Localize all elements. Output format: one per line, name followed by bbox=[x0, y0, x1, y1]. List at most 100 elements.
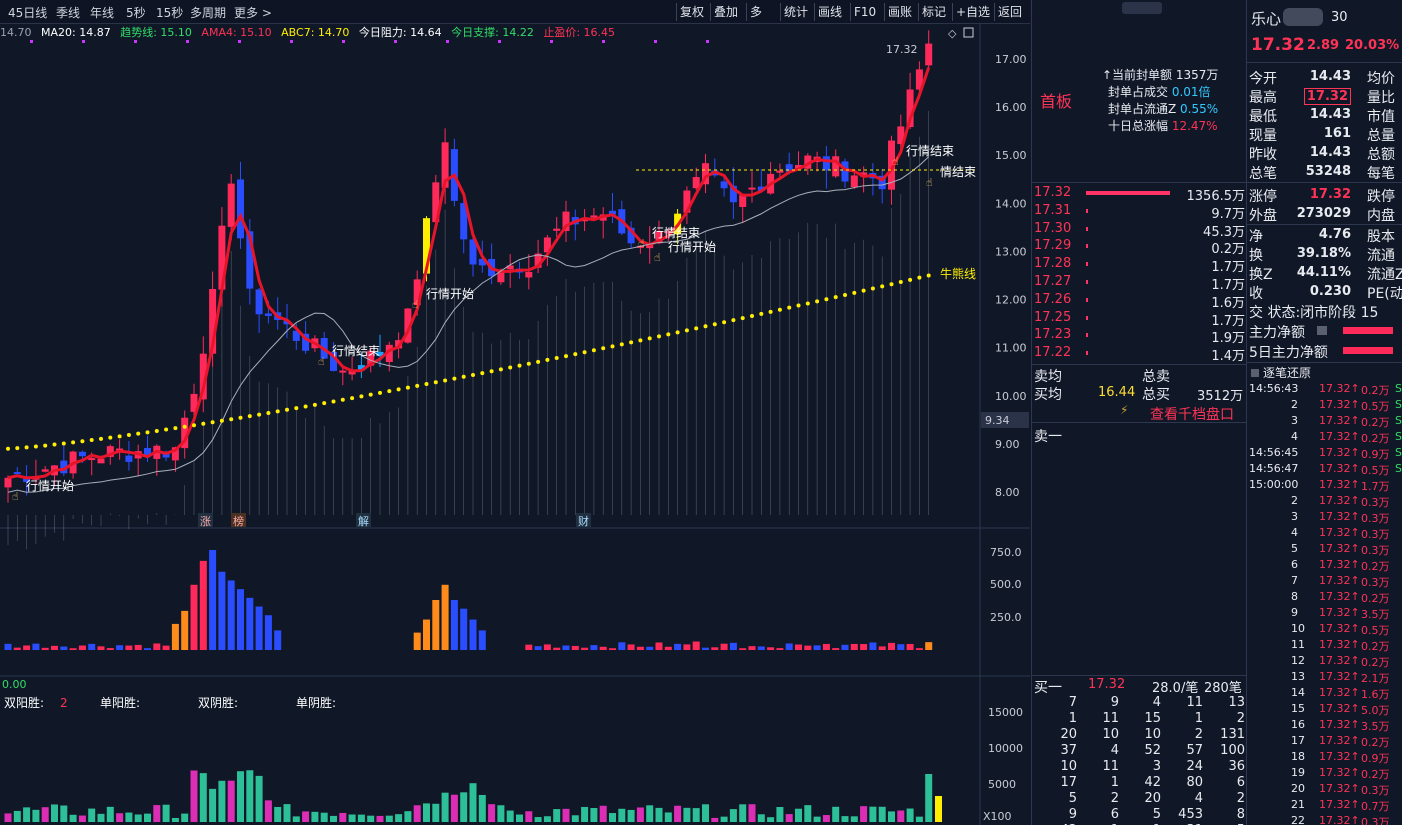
lower-bar-1 bbox=[13, 810, 21, 822]
tick-time: 12 bbox=[1291, 654, 1305, 667]
book-volume: 9.7万 bbox=[1211, 206, 1245, 222]
volume-bar-96 bbox=[897, 644, 905, 650]
queue-cell: 57 bbox=[1186, 743, 1203, 758]
bull-bear-dot-87 bbox=[815, 299, 820, 304]
queue-cell: 131 bbox=[1220, 727, 1245, 742]
lower-bar-96 bbox=[897, 810, 905, 822]
bull-bear-dot-68 bbox=[638, 338, 643, 343]
f2-value: 17.32 bbox=[1309, 187, 1351, 202]
tick-volume: 3.5万 bbox=[1361, 720, 1390, 733]
tick-time: 3 bbox=[1291, 414, 1298, 427]
bull-bear-dot-21 bbox=[201, 421, 206, 426]
bull-bear-dot-77 bbox=[722, 320, 727, 325]
volume-bar-51 bbox=[478, 630, 486, 650]
volume-bar-24 bbox=[227, 580, 235, 650]
total-buy-label: 总买 bbox=[1142, 387, 1170, 403]
volume-bar-23 bbox=[218, 571, 226, 650]
volume-bar-46 bbox=[432, 600, 440, 650]
bull-bear-dot-0 bbox=[6, 446, 10, 451]
tick-time: 17 bbox=[1291, 734, 1305, 747]
tick-time: 19 bbox=[1291, 766, 1305, 779]
candle-13 bbox=[125, 455, 133, 462]
bull-bear-dot-97 bbox=[908, 277, 913, 282]
book-bar bbox=[1086, 333, 1088, 338]
bull-bear-dot-39 bbox=[368, 392, 373, 397]
lower-bar-39 bbox=[367, 815, 375, 822]
volume-bar-91 bbox=[850, 643, 858, 650]
volume-bar-79 bbox=[739, 648, 747, 650]
lower-bar-32 bbox=[302, 811, 310, 822]
queue-cell: 6 bbox=[1110, 807, 1119, 822]
high-price-label: 17.32 bbox=[886, 43, 918, 56]
queue-cell: 9 bbox=[1068, 807, 1077, 822]
volume-bar-50 bbox=[469, 619, 477, 650]
lower-bar-55 bbox=[516, 814, 523, 822]
tick-time: 14 bbox=[1291, 686, 1305, 699]
volume-bar-29 bbox=[274, 630, 282, 650]
f1-label2: 均价 bbox=[1367, 71, 1395, 87]
book-price: 17.26 bbox=[1034, 291, 1072, 307]
lower-bar-63 bbox=[590, 808, 598, 822]
bull-bear-dot-6 bbox=[61, 441, 66, 446]
tick-time: 4 bbox=[1291, 430, 1298, 443]
lower-bar-19 bbox=[181, 813, 189, 822]
volume-bar-13 bbox=[125, 645, 133, 650]
queue-cell: 2 bbox=[1236, 791, 1245, 806]
volume-bar-69 bbox=[646, 646, 654, 650]
volume-bar-72 bbox=[674, 643, 682, 650]
lower-bar-12 bbox=[116, 813, 124, 822]
queue-cell: 4 bbox=[1194, 791, 1203, 806]
lower-bar-52 bbox=[488, 804, 496, 822]
tick-price: 17.32↑ bbox=[1319, 462, 1360, 475]
price-tick-3: 14.00 bbox=[995, 197, 1027, 210]
lower-bar-61 bbox=[571, 815, 579, 822]
book-volume: 1.7万 bbox=[1211, 260, 1245, 276]
net-toggle-icon[interactable] bbox=[1317, 326, 1327, 335]
volume-bar-93 bbox=[869, 642, 877, 650]
lower-bar-35 bbox=[330, 815, 337, 822]
view-book-link[interactable]: 查看千档盘口 bbox=[1150, 404, 1234, 424]
net5-label: 5日主力净额 bbox=[1249, 345, 1328, 361]
lower-bar-46 bbox=[432, 803, 440, 822]
volume-bar-90 bbox=[841, 644, 849, 650]
lower-bar-25 bbox=[237, 771, 244, 822]
bull-bear-dot-34 bbox=[322, 401, 327, 406]
kline-chart[interactable]: 17.00 16.00 15.00 14.00 13.00 12.00 11.00 10.00… bbox=[0, 0, 1030, 825]
f3-value: 4.76 bbox=[1318, 227, 1351, 242]
volume-tick-0: 750.0 bbox=[990, 546, 1022, 559]
lower-bar-64 bbox=[599, 805, 607, 822]
volume-bar-44 bbox=[413, 632, 421, 650]
queue-cell: 17 bbox=[1060, 775, 1077, 790]
lower-bar-41 bbox=[385, 815, 393, 822]
bull-bear-dot-74 bbox=[694, 326, 699, 331]
f1-value: 53248 bbox=[1305, 164, 1351, 179]
book-volume: 0.2万 bbox=[1211, 242, 1245, 258]
tick-time: 14:56:47 bbox=[1249, 462, 1299, 475]
bull-bear-dot-30 bbox=[285, 407, 289, 412]
tick-time: 15:00:00 bbox=[1249, 478, 1299, 491]
queue-cell: 10 bbox=[1144, 727, 1161, 742]
price-tick-5: 12.00 bbox=[995, 294, 1027, 307]
lower-bar-66 bbox=[618, 808, 626, 822]
tick-volume: 0.2万 bbox=[1361, 432, 1390, 445]
queue-cell: 6 bbox=[1236, 775, 1245, 790]
volume-bar-4 bbox=[41, 647, 49, 650]
bull-bear-dot-56 bbox=[526, 361, 531, 366]
bull-bear-dot-61 bbox=[573, 352, 578, 357]
book-price: 17.25 bbox=[1034, 309, 1072, 325]
f3-label: 净 bbox=[1249, 229, 1263, 245]
window-icon bbox=[963, 27, 974, 38]
bull-bear-dot-57 bbox=[536, 359, 541, 364]
bull-bear-dot-26 bbox=[247, 414, 252, 419]
collapse-handle[interactable] bbox=[1122, 2, 1162, 14]
buy1-price: 17.32 bbox=[1088, 677, 1126, 692]
lower-bar-84 bbox=[785, 814, 793, 822]
tick-time: 22 bbox=[1291, 814, 1305, 825]
volume-bar-27 bbox=[255, 606, 263, 650]
queue-cell: 24 bbox=[1186, 759, 1203, 774]
tick-side: S bbox=[1395, 462, 1402, 475]
candle-88 bbox=[822, 156, 830, 171]
bull-bear-dot-5 bbox=[52, 442, 57, 447]
queue-cell: 4 bbox=[1110, 743, 1119, 758]
candle-99 bbox=[925, 43, 933, 66]
